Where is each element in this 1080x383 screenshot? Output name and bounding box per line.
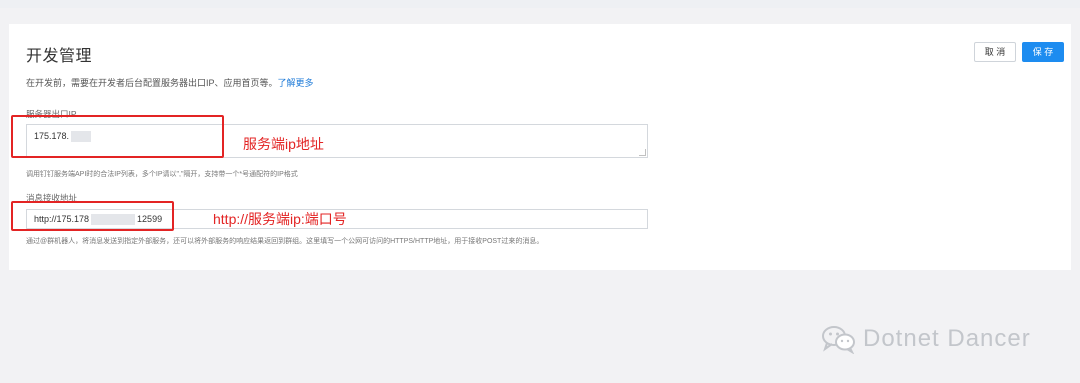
callback-url-help: 通过@群机器人，将消息发送到指定外部服务，还可以将外部服务的响应结果返回到群组。… [26, 238, 544, 245]
ip-annotation: 服务端ip地址 [243, 136, 324, 152]
learn-more-link[interactable]: 了解更多 [278, 78, 314, 88]
resize-handle[interactable] [639, 149, 646, 156]
watermark: Dotnet Dancer [821, 322, 1031, 356]
wechat-icon [822, 326, 855, 354]
intro-text: 在开发前，需要在开发者后台配置服务器出口IP、应用首页等。了解更多 [26, 76, 314, 89]
url-highlight-box [11, 201, 174, 231]
server-ip-help: 调用钉钉服务端API时的合法IP列表，多个IP请以","隔开，支持带一个*号通配… [26, 171, 298, 178]
top-bar [0, 0, 1080, 8]
url-annotation: http://服务端ip:端口号 [213, 211, 347, 227]
ip-highlight-box [11, 115, 224, 158]
intro-description: 在开发前，需要在开发者后台配置服务器出口IP、应用首页等。 [26, 78, 278, 88]
cancel-button[interactable]: 取 消 [974, 42, 1016, 62]
page-title: 开发管理 [26, 48, 93, 65]
save-button[interactable]: 保 存 [1022, 42, 1064, 62]
watermark-text: Dotnet Dancer [863, 325, 1031, 352]
